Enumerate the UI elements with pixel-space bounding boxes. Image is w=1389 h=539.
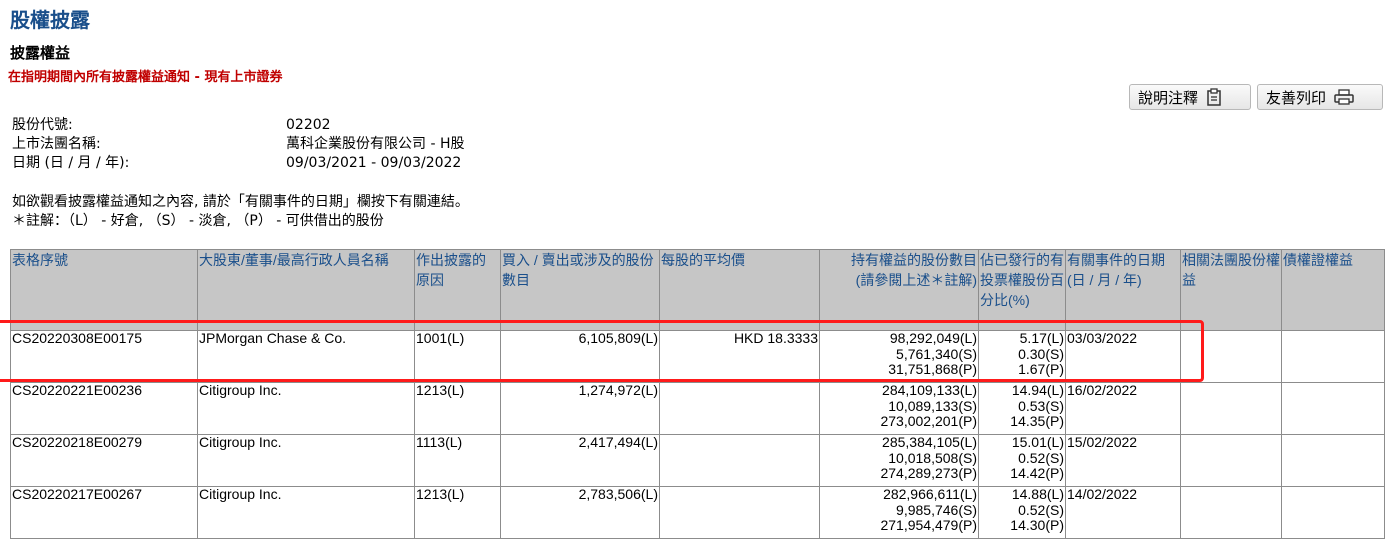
holdings-lending: 271,954,479(P) [880, 517, 977, 533]
event-date-link[interactable]: 14/02/2022 [1065, 486, 1181, 539]
company-label: 上市法團名稱: [12, 136, 101, 152]
associated-corp-cell [1180, 434, 1282, 487]
pct-long: 14.94(L) [1011, 382, 1064, 398]
header-debentures: 債權證權益 [1281, 249, 1385, 331]
holdings-long: 284,109,133(L) [882, 382, 977, 398]
form-serial-cell: CS20220221E00236 [10, 382, 198, 435]
associated-corp-cell [1180, 330, 1282, 383]
shares-cell: 2,417,494(L) [500, 434, 660, 487]
notes-button-label: 說明注釋 [1138, 88, 1199, 107]
percentage-cell: 14.88(L) 0.52(S) 14.30(P) [978, 486, 1066, 539]
stock-code-value: 02202 [286, 117, 331, 133]
debentures-cell [1281, 486, 1385, 539]
header-reason: 作出披露的原因 [414, 249, 501, 331]
instructions-text: 如欲觀看披露權益通知之內容, 請於「有關事件的日期」欄按下有關連結。 [12, 194, 469, 210]
debentures-cell [1281, 382, 1385, 435]
pct-short: 0.30(S) [1018, 345, 1064, 362]
holdings-short: 5,761,340(S) [896, 345, 977, 362]
debentures-cell [1281, 330, 1385, 383]
table-row: CS20220218E00279 Citigroup Inc. 1113(L) … [10, 434, 1385, 487]
table-header-row: 表格序號 大股東/董事/最高行政人員名稱 作出披露的原因 買入 / 賣出或涉及的… [10, 249, 1385, 331]
holdings-lending: 31,751,868(P) [888, 361, 977, 377]
pct-lending: 1.67(P) [1018, 361, 1064, 377]
header-event-date: 有關事件的日期(日 / 月 / 年) [1065, 249, 1181, 331]
header-shares-involved: 買入 / 賣出或涉及的股份數目 [500, 249, 660, 331]
reason-cell: 1213(L) [414, 486, 501, 539]
header-holder-name: 大股東/董事/最高行政人員名稱 [197, 249, 415, 331]
holdings-cell: 285,384,105(L) 10,018,508(S) 274,289,273(P… [819, 434, 979, 487]
pct-short: 0.52(S) [1018, 501, 1064, 518]
clipboard-icon [1206, 88, 1222, 106]
event-date-link[interactable]: 16/02/2022 [1065, 382, 1181, 435]
pct-lending: 14.30(P) [1010, 517, 1064, 533]
percentage-cell: 5.17(L) 0.30(S) 1.67(P) [978, 330, 1066, 383]
holder-name-cell: JPMorgan Chase & Co. [197, 330, 415, 383]
pct-long: 14.88(L) [1011, 486, 1064, 502]
percentage-cell: 14.94(L) 0.53(S) 14.35(P) [978, 382, 1066, 435]
holdings-short: 9,985,746(S) [896, 501, 977, 518]
percentage-cell: 15.01(L) 0.52(S) 14.42(P) [978, 434, 1066, 487]
legend-note: ＊註解：（L） - 好倉, （S） - 淡倉, （P） - 可供借出的股份 [12, 213, 384, 229]
date-label: 日期 (日 / 月 / 年): [12, 155, 130, 171]
header-holdings: 持有權益的股份數目 (請參閱上述＊註解) [819, 249, 979, 331]
disclosure-table: 表格序號 大股東/董事/最高行政人員名稱 作出披露的原因 買入 / 賣出或涉及的… [10, 249, 1385, 539]
form-serial-cell: CS20220217E00267 [10, 486, 198, 539]
price-cell [659, 434, 820, 487]
holdings-long: 98,292,049(L) [889, 330, 977, 346]
holdings-cell: 284,109,133(L) 10,089,133(S) 273,002,201(P… [819, 382, 979, 435]
table-row: CS20220308E00175 JPMorgan Chase & Co. 10… [10, 330, 1385, 383]
form-serial-cell: CS20220308E00175 [10, 330, 198, 383]
table-row: CS20220217E00267 Citigroup Inc. 1213(L) … [10, 486, 1385, 539]
pct-short: 0.53(S) [1018, 397, 1064, 414]
reason-cell: 1213(L) [414, 382, 501, 435]
event-date-link[interactable]: 03/03/2022 [1065, 330, 1181, 383]
pct-lending: 14.35(P) [1010, 413, 1064, 429]
company-value: 萬科企業股份有限公司 - H股 [286, 136, 465, 152]
page-title: 股權披露 [10, 8, 90, 32]
header-associated-corp: 相關法團股份權益 [1180, 249, 1282, 331]
section-subtitle: 披露權益 [10, 44, 71, 62]
header-percentage: 佔已發行的有投票權股份百分比(%) [978, 249, 1066, 331]
notes-button[interactable]: 說明注釋 [1129, 84, 1251, 110]
shares-cell: 1,274,972(L) [500, 382, 660, 435]
shares-cell: 2,783,506(L) [500, 486, 660, 539]
stock-code-label: 股份代號: [12, 117, 73, 133]
printer-icon [1334, 89, 1354, 105]
reason-cell: 1113(L) [414, 434, 501, 487]
holdings-long: 285,384,105(L) [882, 434, 977, 450]
debentures-cell [1281, 434, 1385, 487]
holdings-cell: 98,292,049(L) 5,761,340(S) 31,751,868(P) [819, 330, 979, 383]
price-cell: HKD 18.3333 [659, 330, 820, 383]
form-serial-cell: CS20220218E00279 [10, 434, 198, 487]
holder-name-cell: Citigroup Inc. [197, 382, 415, 435]
holdings-lending: 274,289,273(P) [880, 465, 977, 481]
holdings-short: 10,089,133(S) [888, 397, 977, 414]
date-range-value: 09/03/2021 - 09/03/2022 [286, 155, 462, 171]
table-row: CS20220221E00236 Citigroup Inc. 1213(L) … [10, 382, 1385, 435]
pct-short: 0.52(S) [1018, 449, 1064, 466]
pct-long: 5.17(L) [1019, 330, 1064, 346]
event-date-link[interactable]: 15/02/2022 [1065, 434, 1181, 487]
header-avg-price: 每股的平均價 [659, 249, 820, 331]
holdings-lending: 273,002,201(P) [880, 413, 977, 429]
header-form-serial: 表格序號 [10, 249, 198, 331]
pct-long: 15.01(L) [1011, 434, 1064, 450]
holdings-short: 10,018,508(S) [888, 449, 977, 466]
print-button[interactable]: 友善列印 [1257, 84, 1383, 110]
associated-corp-cell [1180, 382, 1282, 435]
reason-cell: 1001(L) [414, 330, 501, 383]
shares-cell: 6,105,809(L) [500, 330, 660, 383]
holdings-long: 282,966,611(L) [883, 486, 977, 502]
holder-name-cell: Citigroup Inc. [197, 486, 415, 539]
print-button-label: 友善列印 [1266, 88, 1327, 107]
holdings-cell: 282,966,611(L) 9,985,746(S) 271,954,479(P) [819, 486, 979, 539]
price-cell [659, 486, 820, 539]
holder-name-cell: Citigroup Inc. [197, 434, 415, 487]
pct-lending: 14.42(P) [1010, 465, 1064, 481]
associated-corp-cell [1180, 486, 1282, 539]
price-cell [659, 382, 820, 435]
period-notice: 在指明期間內所有披露權益通知 - 現有上市證券 [8, 70, 283, 85]
